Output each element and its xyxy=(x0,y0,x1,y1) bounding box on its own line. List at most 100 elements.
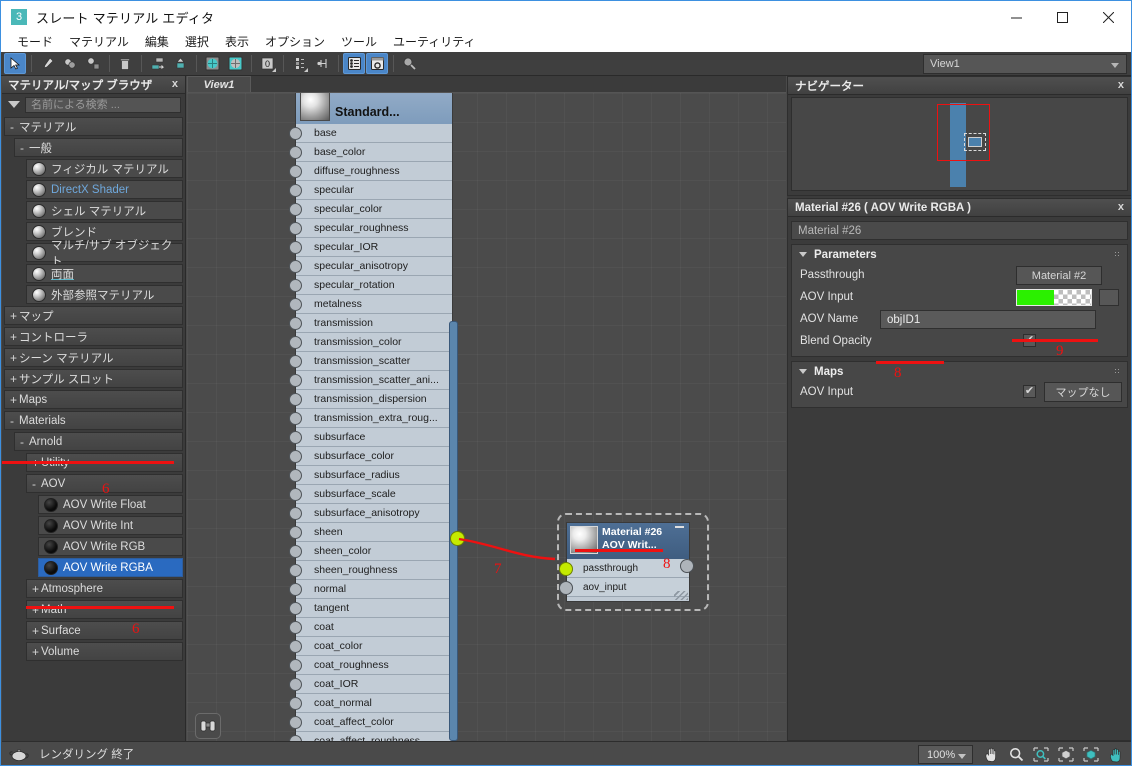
standard-surface-node-header[interactable]: Standard... xyxy=(296,93,452,124)
socket-dot-icon[interactable] xyxy=(289,697,302,710)
close-button[interactable] xyxy=(1085,1,1131,33)
tree-item-multi-sub-object[interactable]: マルチ/サブ オブジェクト xyxy=(26,240,183,268)
socket-dot-icon[interactable] xyxy=(289,184,302,197)
material-26-node[interactable]: Material #26 AOV Writ... passthrough aov… xyxy=(557,513,709,611)
zoom-region-icon[interactable] xyxy=(1030,744,1052,765)
socket-dot-icon[interactable] xyxy=(559,581,573,595)
material-name-input[interactable]: Material #26 xyxy=(791,221,1128,240)
trash-icon[interactable] xyxy=(114,53,136,74)
expander-icon[interactable]: + xyxy=(10,309,19,323)
tree-item-materials[interactable]: - Materials xyxy=(4,411,183,430)
pan-view-icon[interactable] xyxy=(1105,744,1127,765)
menu-mode[interactable]: モード xyxy=(9,33,61,52)
tree-item-math[interactable]: + Math xyxy=(26,600,183,619)
socket-dot-icon[interactable] xyxy=(289,602,302,615)
socket-dot-icon[interactable] xyxy=(289,659,302,672)
expander-icon[interactable]: + xyxy=(32,624,41,638)
menu-view[interactable]: 表示 xyxy=(217,33,257,52)
socket-dot-icon[interactable] xyxy=(289,678,302,691)
menu-edit[interactable]: 編集 xyxy=(137,33,177,52)
material-to-object-icon[interactable] xyxy=(82,53,104,74)
material-26-node-body[interactable]: Material #26 AOV Writ... passthrough aov… xyxy=(559,522,694,602)
maps-aov-input-checkbox[interactable]: ✔ xyxy=(1023,385,1036,398)
socket-dot-icon[interactable] xyxy=(289,203,302,216)
socket-dot-icon[interactable] xyxy=(289,564,302,577)
tree-item-aov-write-float[interactable]: AOV Write Float xyxy=(38,495,183,514)
checker-teal-icon[interactable] xyxy=(224,53,246,74)
socket-dot-icon[interactable] xyxy=(289,545,302,558)
socket-dot-icon[interactable] xyxy=(289,336,302,349)
socket-row-aov-input[interactable]: aov_input xyxy=(559,578,689,597)
socket-dot-icon[interactable] xyxy=(289,621,302,634)
tree-item-arnold[interactable]: - Arnold xyxy=(14,432,183,451)
socket-dot-icon[interactable] xyxy=(289,317,302,330)
zero-channel-icon[interactable]: 0 xyxy=(256,53,278,74)
collapse-icon[interactable] xyxy=(675,526,684,528)
menu-utilities[interactable]: ユーティリティ xyxy=(385,33,484,52)
socket-dot-icon[interactable] xyxy=(289,640,302,653)
passthrough-material-button[interactable]: Material #2 xyxy=(1016,266,1102,285)
go-to-parent-icon[interactable] xyxy=(311,53,333,74)
socket-dot-icon[interactable] xyxy=(289,583,302,596)
eyedropper-icon[interactable] xyxy=(36,53,58,74)
aov-input-map-button[interactable] xyxy=(1099,289,1119,306)
aov-input-color-swatch[interactable] xyxy=(1016,289,1092,306)
socket-dot-icon[interactable] xyxy=(289,260,302,273)
tree-item-maps[interactable]: + Maps xyxy=(4,390,183,409)
socket-dot-icon[interactable] xyxy=(289,716,302,729)
expander-icon[interactable]: + xyxy=(10,351,19,365)
tree-item-general[interactable]: - 一般 xyxy=(14,138,183,157)
tree-item-surface[interactable]: + Surface xyxy=(26,621,183,640)
tree-item-utility[interactable]: + Utility xyxy=(26,453,183,472)
tree-item-maps-jp[interactable]: + マップ xyxy=(4,306,183,325)
socket-dot-icon[interactable] xyxy=(289,355,302,368)
material-26-output-socket[interactable] xyxy=(680,559,694,573)
rollout-parameters-header[interactable]: Parameters xyxy=(792,245,1127,264)
socket-row-passthrough[interactable]: passthrough xyxy=(559,559,689,578)
navigator-minimap[interactable] xyxy=(791,97,1128,191)
menu-tools[interactable]: ツール xyxy=(333,33,385,52)
expander-icon[interactable]: + xyxy=(10,330,19,344)
browser-panel-icon[interactable] xyxy=(343,53,365,74)
expander-icon[interactable]: - xyxy=(20,141,29,155)
minimize-button[interactable] xyxy=(993,1,1039,33)
cursor-arrow-icon[interactable] xyxy=(4,53,26,74)
maximize-button[interactable] xyxy=(1039,1,1085,33)
socket-dot-icon[interactable] xyxy=(289,241,302,254)
menu-select[interactable]: 選択 xyxy=(177,33,217,52)
expander-icon[interactable]: + xyxy=(32,645,41,659)
node-resize-handle[interactable] xyxy=(674,591,688,600)
tree-item-xref-material[interactable]: 外部参照マテリアル xyxy=(26,285,183,304)
tree-item-aov-write-rgba[interactable]: AOV Write RGBA xyxy=(38,558,183,577)
parameter-editor-icon[interactable] xyxy=(366,53,388,74)
tree-item-physical-material[interactable]: フィジカル マテリアル xyxy=(26,159,183,178)
chevron-down-icon[interactable] xyxy=(8,101,20,108)
expander-icon[interactable]: - xyxy=(32,477,41,491)
tree-item-shell-material[interactable]: シェル マテリアル xyxy=(26,201,183,220)
drag-grip-icon[interactable] xyxy=(1114,251,1121,258)
tree-item-scene-materials[interactable]: + シーン マテリアル xyxy=(4,348,183,367)
assign-material-icon[interactable] xyxy=(59,53,81,74)
expander-icon[interactable]: - xyxy=(20,435,29,449)
material-26-node-header[interactable]: Material #26 AOV Writ... xyxy=(567,523,689,559)
node-canvas[interactable]: Standard... base base_color diffuse_roug… xyxy=(187,93,786,741)
socket-dot-icon[interactable] xyxy=(289,526,302,539)
tree-item-directx-shader[interactable]: DirectX Shader xyxy=(26,180,183,199)
binoculars-icon[interactable] xyxy=(195,713,221,739)
socket-dot-icon[interactable] xyxy=(289,127,302,140)
hand-icon[interactable] xyxy=(980,744,1002,765)
drag-grip-icon[interactable] xyxy=(1114,368,1121,375)
expander-icon[interactable]: + xyxy=(10,372,19,386)
expander-icon[interactable]: - xyxy=(10,414,19,428)
expander-icon[interactable]: + xyxy=(32,456,41,470)
socket-dot-icon[interactable] xyxy=(289,469,302,482)
zoom-extents-icon[interactable] xyxy=(1080,744,1102,765)
expander-icon[interactable]: + xyxy=(32,603,41,617)
socket-dot-icon[interactable] xyxy=(559,562,573,576)
blend-opacity-checkbox[interactable]: ✔ xyxy=(1023,334,1036,347)
maps-aov-input-map-button[interactable]: マップなし xyxy=(1044,382,1122,402)
zoom-level-dropdown[interactable]: 100% xyxy=(918,745,973,764)
zoom-extents-selected-icon[interactable] xyxy=(1055,744,1077,765)
view-select-dropdown[interactable]: View1 xyxy=(923,54,1127,74)
socket-dot-icon[interactable] xyxy=(289,374,302,387)
